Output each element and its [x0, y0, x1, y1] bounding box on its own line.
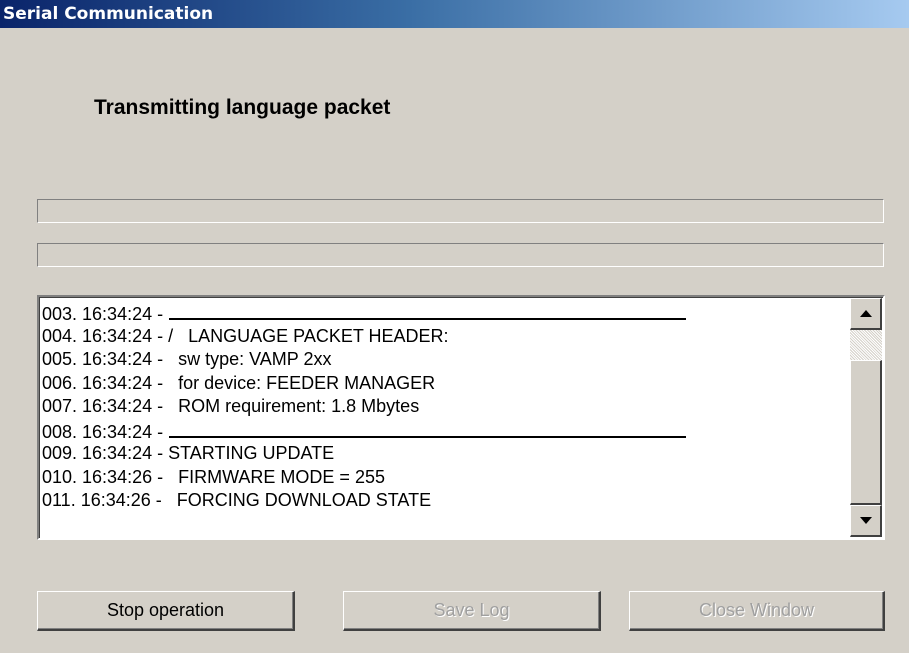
log-line-prefix: 005. 16:34:24 -	[42, 349, 169, 369]
log-line: 011. 16:34:26 - FORCING DOWNLOAD STATE	[42, 489, 849, 513]
arrow-up-icon	[859, 310, 872, 317]
status-heading: Transmitting language packet	[94, 96, 391, 119]
log-line-prefix: 008. 16:34:24 -	[42, 421, 169, 442]
stop-operation-button[interactable]: Stop operation	[37, 591, 295, 631]
log-line: 007. 16:34:24 - ROM requirement: 1.8 Mby…	[42, 395, 849, 419]
save-log-button[interactable]: Save Log	[343, 591, 601, 631]
log-line-text: for device: FEEDER MANAGER	[168, 372, 436, 393]
log-line: 009. 16:34:24 - STARTING UPDATE	[42, 442, 849, 466]
log-line-text: ROM requirement: 1.8 Mbytes	[168, 396, 420, 416]
log-lines: 003. 16:34:24 - 004. 16:34:24 - / LANGUA…	[42, 301, 849, 513]
log-line-text: STARTING UPDATE	[168, 443, 335, 463]
log-line-prefix: 010. 16:34:26 -	[42, 466, 169, 487]
log-line-text: sw type: VAMP 2xx	[168, 349, 332, 369]
log-separator-rule	[169, 301, 687, 320]
log-line-prefix: 007. 16:34:24 -	[42, 396, 169, 416]
log-listbox[interactable]: 003. 16:34:24 - 004. 16:34:24 - / LANGUA…	[37, 295, 885, 540]
log-line: 004. 16:34:24 - / LANGUAGE PACKET HEADER…	[42, 325, 849, 349]
log-line-prefix: 004. 16:34:24 -	[42, 325, 169, 346]
window-title: Serial Communication	[0, 0, 909, 28]
log-separator-rule	[169, 419, 687, 438]
log-line-text: FORCING DOWNLOAD STATE	[166, 490, 432, 510]
log-line: 005. 16:34:24 - sw type: VAMP 2xx	[42, 348, 849, 372]
scroll-thumb[interactable]	[850, 360, 882, 505]
log-scrollbar[interactable]	[850, 298, 882, 537]
log-line: 008. 16:34:24 -	[42, 419, 849, 443]
log-line-prefix: 003. 16:34:24 -	[42, 304, 169, 324]
close-window-button[interactable]: Close Window	[629, 591, 885, 631]
log-line-text: / LANGUAGE PACKET HEADER:	[168, 325, 449, 346]
scroll-track[interactable]	[850, 330, 882, 360]
log-line: 010. 16:34:26 - FIRMWARE MODE = 255	[42, 466, 849, 490]
log-line: 003. 16:34:24 -	[42, 301, 849, 325]
log-line-prefix: 006. 16:34:24 -	[42, 372, 169, 393]
scroll-down-button[interactable]	[850, 505, 882, 537]
log-line-prefix: 009. 16:34:24 -	[42, 443, 169, 463]
log-line: 006. 16:34:24 - for device: FEEDER MANAG…	[42, 372, 849, 396]
scroll-up-button[interactable]	[850, 298, 882, 330]
log-line-text: FIRMWARE MODE = 255	[168, 466, 385, 487]
log-line-prefix: 011. 16:34:26 -	[42, 490, 167, 510]
arrow-down-icon	[859, 517, 872, 524]
progress-bar-primary	[37, 199, 884, 223]
progress-bar-secondary	[37, 243, 884, 267]
